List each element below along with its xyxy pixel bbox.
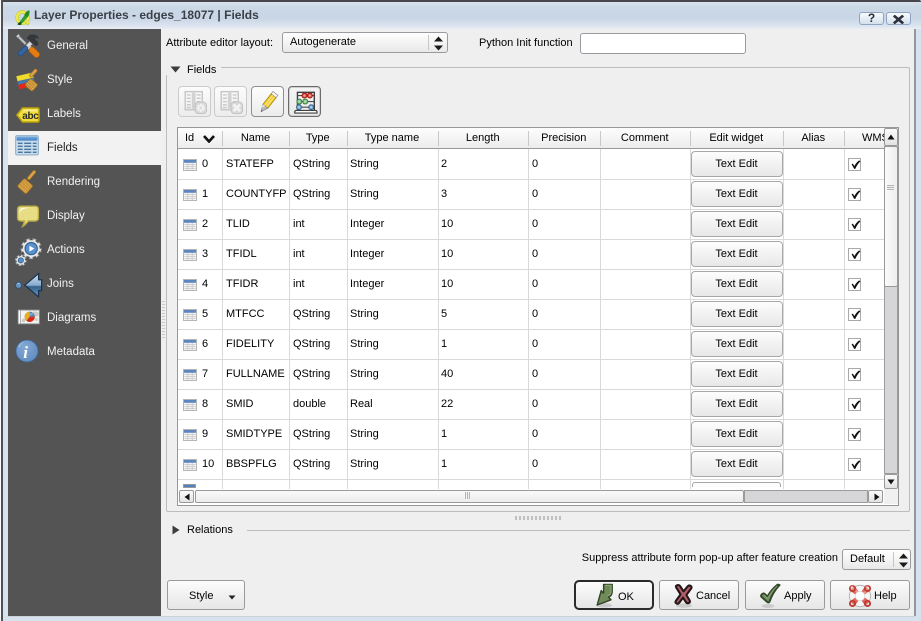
svg-text:i: i xyxy=(23,343,28,362)
svg-text:abc: abc xyxy=(22,111,39,122)
